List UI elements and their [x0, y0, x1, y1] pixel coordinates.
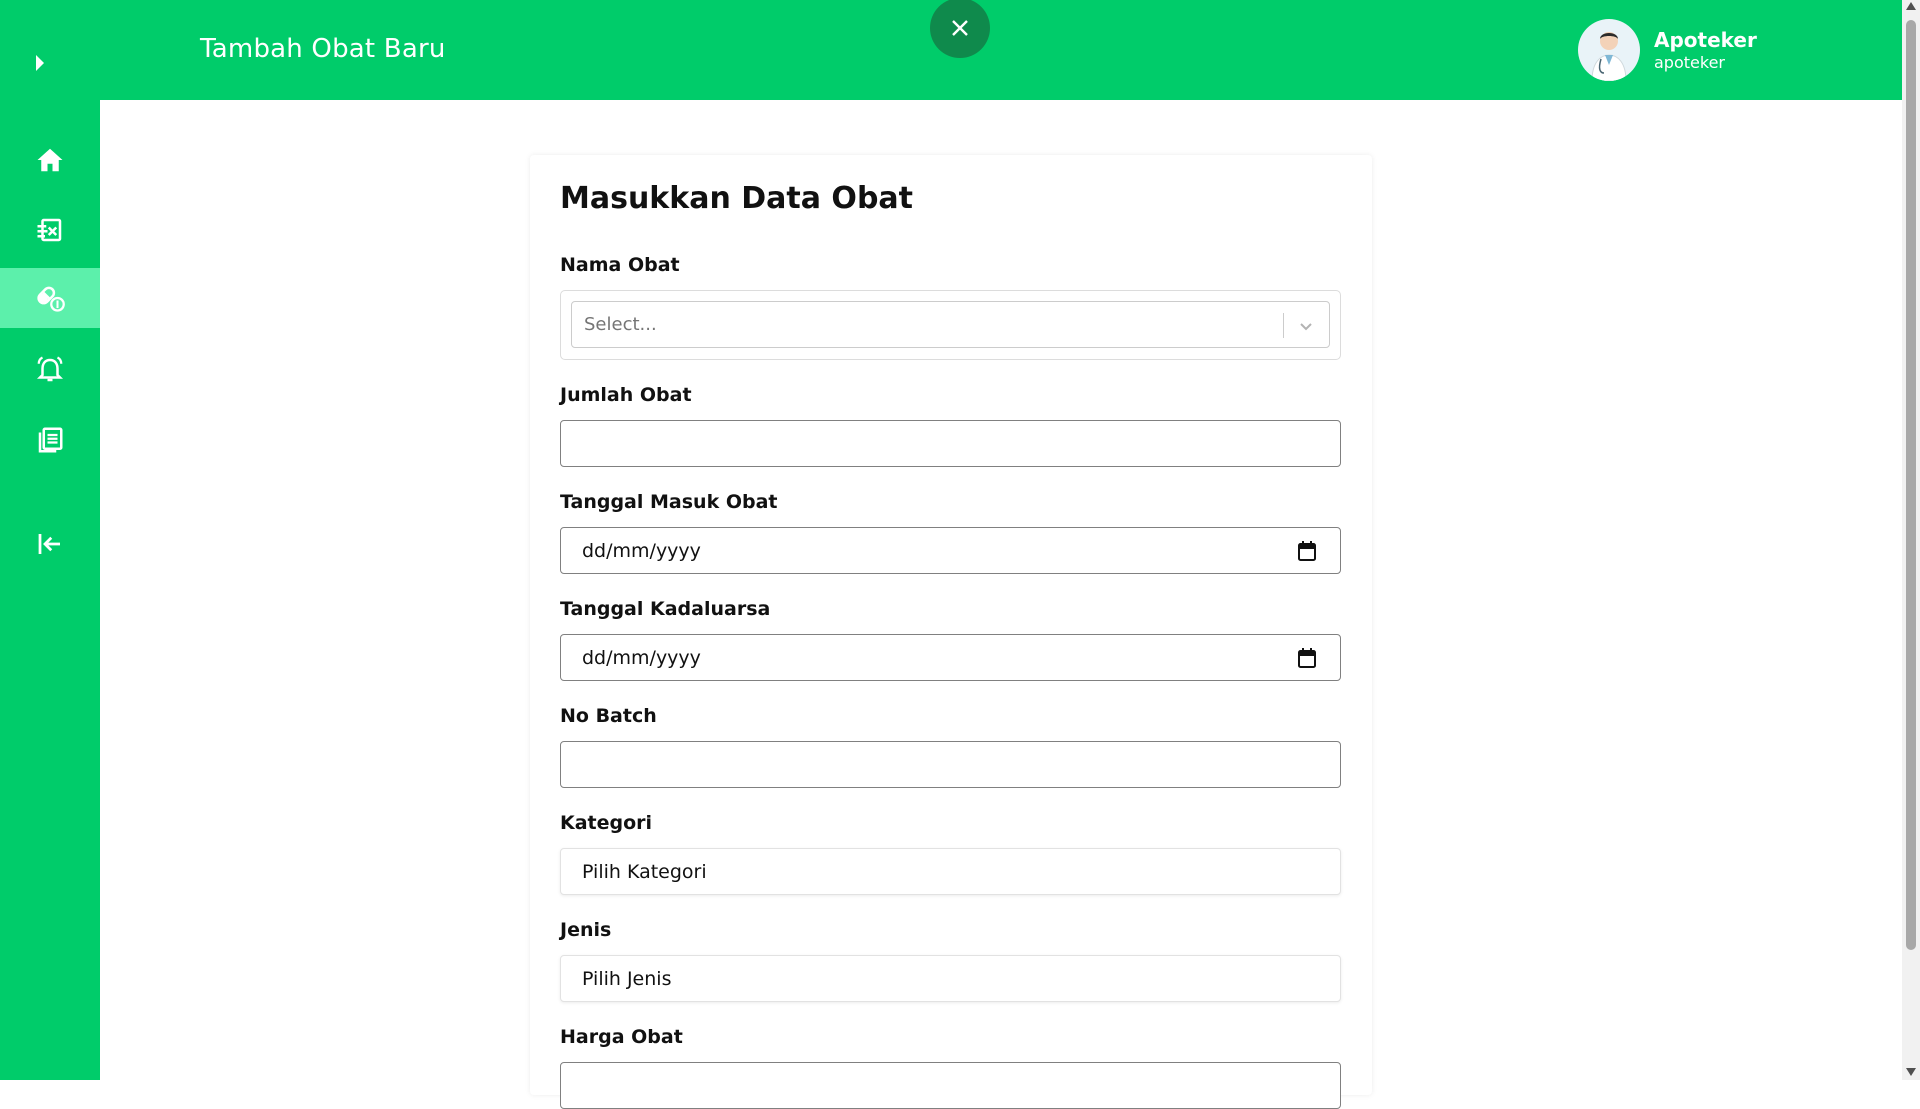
sidebar-item-prescription[interactable]: [0, 200, 100, 260]
jenis-label: Jenis: [560, 919, 612, 941]
page-title: Tambah Obat Baru: [200, 34, 446, 64]
close-icon: [952, 20, 968, 36]
alarm-bell-icon: [36, 356, 64, 382]
tanggal-kadaluarsa-label: Tanggal Kadaluarsa: [560, 598, 771, 620]
select-separator: [1283, 313, 1284, 338]
calendar-icon[interactable]: [1298, 648, 1316, 668]
sidebar: [0, 0, 100, 1080]
kategori-select[interactable]: Pilih Kategori: [560, 848, 1341, 895]
home-icon: [37, 148, 63, 172]
sidebar-toggle-button[interactable]: [30, 52, 50, 74]
nama-obat-placeholder: Select...: [584, 314, 657, 335]
no-batch-label: No Batch: [560, 705, 657, 727]
medicine-icon: [37, 286, 65, 312]
scroll-thumb[interactable]: [1906, 20, 1916, 950]
sidebar-item-alarm[interactable]: [0, 340, 100, 400]
sidebar-item-report[interactable]: [0, 410, 100, 470]
scroll-up-arrow[interactable]: [1906, 2, 1916, 10]
report-book-icon: [38, 427, 63, 453]
caret-right-icon: [36, 55, 44, 71]
scroll-down-arrow[interactable]: [1906, 1068, 1916, 1076]
logout-icon: [38, 534, 60, 554]
sidebar-item-medicine[interactable]: [0, 268, 100, 328]
nama-obat-label: Nama Obat: [560, 254, 680, 276]
jenis-select[interactable]: Pilih Jenis: [560, 955, 1341, 1002]
calendar-icon[interactable]: [1298, 541, 1316, 561]
no-batch-input[interactable]: [560, 741, 1341, 788]
nama-obat-select-wrapper: Select...: [560, 290, 1341, 360]
tanggal-masuk-label: Tanggal Masuk Obat: [560, 491, 778, 513]
page-scrollbar[interactable]: [1902, 0, 1920, 1080]
sidebar-item-logout[interactable]: [0, 514, 100, 574]
tanggal-masuk-input[interactable]: dd/mm/yyyy: [560, 527, 1341, 574]
tanggal-kadaluarsa-value: dd/mm/yyyy: [582, 646, 701, 669]
prescription-icon: [37, 218, 62, 242]
avatar: [1578, 19, 1640, 81]
tanggal-kadaluarsa-input[interactable]: dd/mm/yyyy: [560, 634, 1341, 681]
jumlah-obat-input[interactable]: [560, 420, 1341, 467]
harga-obat-label: Harga Obat: [560, 1026, 683, 1048]
form-card: Masukkan Data Obat Nama Obat Select... J…: [530, 155, 1372, 1109]
user-profile[interactable]: Apoteker apoteker: [1578, 19, 1757, 81]
harga-obat-input[interactable]: [560, 1062, 1341, 1109]
form-title: Masukkan Data Obat: [560, 181, 913, 216]
nama-obat-select[interactable]: Select...: [571, 301, 1330, 348]
user-name: Apoteker: [1654, 28, 1757, 52]
jumlah-obat-label: Jumlah Obat: [560, 384, 692, 406]
pharmacist-avatar-icon: [1591, 32, 1627, 81]
kategori-label: Kategori: [560, 812, 653, 834]
user-role: apoteker: [1654, 53, 1725, 72]
chevron-down-icon[interactable]: [1297, 317, 1315, 335]
top-header: Tambah Obat Baru Apoteker apoteker: [100, 0, 1902, 100]
close-button[interactable]: [930, 0, 990, 58]
sidebar-item-home[interactable]: [0, 130, 100, 190]
tanggal-masuk-value: dd/mm/yyyy: [582, 539, 701, 562]
